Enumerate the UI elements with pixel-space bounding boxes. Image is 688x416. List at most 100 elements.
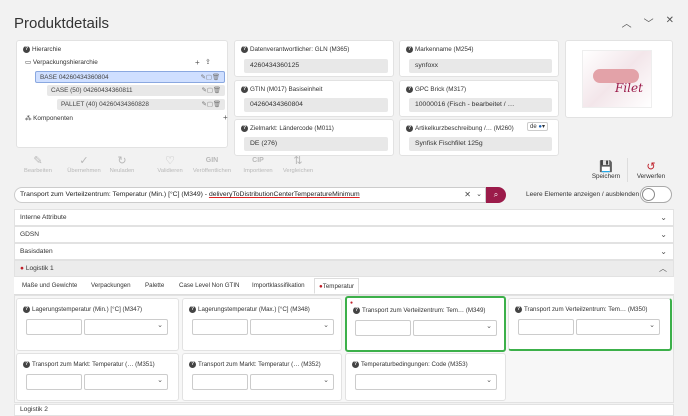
help-icon: ? — [23, 306, 30, 313]
required-dot: ● — [20, 265, 24, 272]
package-text: Filet — [615, 81, 643, 95]
unit-select[interactable]: ⌄ — [84, 374, 168, 390]
node-actions-icon[interactable]: ✎▢🗑 — [201, 85, 221, 96]
chevron-down-icon: ⌄ — [323, 322, 329, 329]
brand-value: synfoxx — [409, 59, 552, 73]
search-button[interactable]: ⌕ — [486, 187, 506, 203]
chevron-down-icon[interactable]: ⌄ — [476, 190, 482, 198]
value-input[interactable] — [192, 319, 248, 335]
field-gpc: ? GPC Brick (M317) 10000016 (Fisch - bear… — [399, 80, 559, 117]
chevron-down-icon: ⌄ — [157, 377, 163, 384]
components-icon: ⁂ — [25, 115, 32, 122]
tab-masse[interactable]: Maße und Gewichte — [18, 278, 81, 294]
add-component-icon[interactable]: + — [223, 113, 228, 122]
card-m353: ? Temperaturbedingungen: Code (M353) ⌄ — [345, 353, 506, 401]
node-actions-icon[interactable]: ✎▢🗑 — [200, 72, 220, 83]
section-logistik-1[interactable]: ● Logistik 1 ︿ — [14, 260, 674, 277]
tab-importklassifikation[interactable]: Importklassifikation — [248, 278, 309, 294]
code-select[interactable]: ⌄ — [355, 374, 497, 390]
value-input[interactable] — [518, 319, 574, 335]
field-target: ? Zielmarkt: Ländercode (M011) DE (276) — [234, 119, 394, 156]
search-icon: ⌕ — [493, 190, 499, 199]
value-input[interactable] — [26, 319, 82, 335]
chevron-down-icon[interactable]: ﹀ — [644, 15, 654, 30]
chevron-down-icon: ⌄ — [649, 322, 655, 329]
product-image[interactable]: Filet — [565, 40, 673, 118]
field-gtin: ? GTIN (M017) Basiseinheit 04260434360804 — [234, 80, 394, 117]
tree-node-base[interactable]: BASE 04260434360804 ✎▢🗑 — [35, 71, 225, 83]
card-m350: ? Transport zum Verteilzentrum: Tem… (M35… — [508, 298, 672, 351]
section-logistik-2[interactable]: Logistik 2 — [14, 404, 674, 416]
publish-button[interactable]: GIN Veröffentlichen — [188, 154, 236, 174]
components-item[interactable]: ⁂ Komponenten — [25, 113, 73, 124]
section-interne-attribute[interactable]: Interne Attribute ⌄ — [14, 209, 674, 226]
export-icon[interactable]: ⇪ — [205, 58, 211, 66]
tab-case-level[interactable]: Case Level Non GTIN — [175, 278, 244, 294]
toggle-label: Leere Elemente anzeigen / ausblenden — [526, 191, 640, 198]
validate-button[interactable]: ♡ Validieren — [146, 154, 194, 174]
gtin-value: 04260434360804 — [244, 98, 388, 112]
chevron-down-icon: ⌄ — [486, 377, 492, 384]
window-controls: ︿ ﹀ ✕ — [622, 15, 674, 30]
product-package: Filet — [582, 50, 652, 108]
tab-temperatur[interactable]: ●Temperatur — [314, 278, 360, 294]
hierarchy-title: ? Hierarchie — [23, 45, 62, 53]
tree-node-pallet[interactable]: PALLET (40) 04260434360828 ✎▢🗑 — [57, 99, 225, 110]
tree-node-case[interactable]: CASE (50) 04260434360811 ✎▢🗑 — [47, 85, 225, 96]
value-input[interactable] — [26, 374, 82, 390]
value-input[interactable] — [355, 320, 411, 336]
unit-select[interactable]: ⌄ — [84, 319, 168, 335]
unit-select[interactable]: ⌄ — [576, 319, 660, 335]
add-icon[interactable]: + — [195, 58, 200, 67]
language-select[interactable]: de ●▾ — [527, 122, 548, 131]
help-icon: ? — [406, 86, 413, 93]
chevron-down-icon: ⌄ — [660, 213, 667, 222]
close-icon[interactable]: ✕ — [666, 15, 674, 30]
compare-icon: ⇅ — [293, 155, 303, 167]
chevron-down-icon: ⌄ — [323, 377, 329, 384]
tab-palette[interactable]: Palette — [141, 278, 168, 294]
chevron-down-icon: ⌄ — [157, 322, 163, 329]
gln-value: 4260434360125 — [244, 59, 388, 73]
packaging-hierarchy[interactable]: ▭ Verpackungshierarchie — [25, 57, 98, 68]
help-icon: ? — [189, 361, 196, 368]
node-actions-icon[interactable]: ✎▢🗑 — [201, 99, 221, 110]
search-input[interactable]: Transport zum Verteilzentrum: Temperatur… — [14, 187, 486, 203]
target-value: DE (276) — [244, 137, 388, 151]
help-icon: ? — [241, 46, 248, 53]
tab-verpackungen[interactable]: Verpackungen — [87, 278, 135, 294]
reload-button[interactable]: ↻ Neuladen — [98, 154, 146, 174]
section-gdsn[interactable]: GDSN ⌄ — [14, 226, 674, 243]
section-basisdaten[interactable]: Basisdaten ⌄ — [14, 243, 674, 260]
unit-select[interactable]: ⌄ — [250, 319, 334, 335]
compare-button[interactable]: ⇅ Vergleichen — [274, 154, 322, 174]
gpc-value: 10000016 (Fisch - bearbeitet / … — [409, 98, 552, 112]
unit-select[interactable]: ⌄ — [250, 374, 334, 390]
chevron-down-icon: ⌄ — [660, 247, 667, 256]
clear-icon[interactable]: ✕ — [464, 190, 471, 199]
help-icon: ? — [352, 361, 359, 368]
pencil-icon: ✎ — [33, 155, 43, 167]
card-m348: ? Lagerungstemperatur (Max.) [°C] (M348) … — [182, 298, 342, 351]
empty-elements-toggle[interactable] — [640, 186, 672, 203]
discard-button[interactable]: ↺ Verwerfen — [632, 160, 670, 180]
floppy-icon: 💾 — [599, 161, 613, 173]
gin-icon: GIN — [205, 157, 219, 164]
info-icon: ● — [538, 124, 542, 130]
chevron-up-icon: ︿ — [659, 264, 667, 273]
card-m349: ● ? Transport zum Verteilzentrum: Tem… (M… — [345, 296, 506, 352]
chevron-down-icon: ⌄ — [486, 323, 492, 330]
help-icon: ? — [23, 361, 30, 368]
help-icon: ? — [241, 125, 248, 132]
refresh-icon: ↻ — [117, 155, 127, 167]
help-icon: ? — [23, 45, 30, 53]
value-input[interactable] — [192, 374, 248, 390]
card-m347: ? Lagerungstemperatur (Min.) [°C] (M347) … — [16, 298, 179, 351]
save-button[interactable]: 💾 Speichern — [590, 160, 622, 180]
help-icon: ? — [406, 125, 413, 132]
edit-button[interactable]: ✎ Bearbeiten — [14, 154, 62, 174]
shortdesc-value: Synfisk Fischfilet 125g — [409, 137, 552, 151]
help-icon: ? — [406, 46, 413, 53]
unit-select[interactable]: ⌄ — [413, 320, 497, 336]
chevron-up-icon[interactable]: ︿ — [622, 15, 632, 30]
